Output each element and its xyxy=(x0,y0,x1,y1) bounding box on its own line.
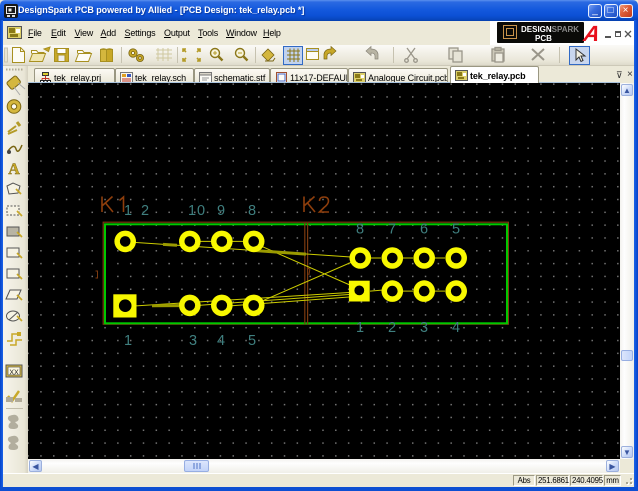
svg-text:5: 5 xyxy=(248,333,256,349)
svg-text:1: 1 xyxy=(356,320,364,336)
svg-text:0: 0 xyxy=(197,203,205,219)
svg-text:4: 4 xyxy=(217,333,225,349)
svg-text:1: 1 xyxy=(124,203,132,219)
svg-text:1: 1 xyxy=(188,203,196,219)
svg-text:3: 3 xyxy=(420,320,428,336)
svg-text:8: 8 xyxy=(248,203,256,219)
svg-text:A: A xyxy=(8,161,20,178)
svg-text:4: 4 xyxy=(452,320,460,336)
svg-text:2: 2 xyxy=(388,320,396,336)
svg-text:7: 7 xyxy=(388,222,396,238)
svg-text:8: 8 xyxy=(356,222,364,238)
svg-text:6: 6 xyxy=(420,222,428,238)
svg-text:5: 5 xyxy=(452,222,460,238)
svg-text:1: 1 xyxy=(124,333,132,349)
svg-text:2: 2 xyxy=(141,203,149,219)
svg-text:XX: XX xyxy=(9,370,19,377)
svg-text:9: 9 xyxy=(217,203,225,219)
svg-text:3: 3 xyxy=(189,333,197,349)
